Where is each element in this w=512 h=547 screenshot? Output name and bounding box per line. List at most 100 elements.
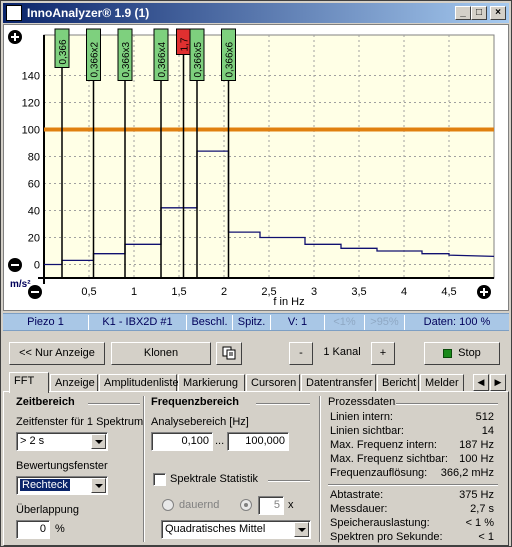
close-button[interactable]: × — [490, 6, 506, 20]
pd-spektren-label: Spektren pro Sekunde: — [330, 531, 443, 543]
title-bar[interactable]: InnoAnalyzer® 1.9 (1) _ □ × — [3, 3, 509, 23]
x-tick-label: 4,5 — [441, 286, 456, 298]
pd-max-freq-sichtbar-label: Max. Frequenz sichtbar: — [330, 453, 448, 465]
app-window: InnoAnalyzer® 1.9 (1) _ □ × 0,5 1 1,5 2 2,5 3… — [0, 0, 512, 547]
stop-button[interactable]: Stop — [424, 342, 500, 365]
x-zoom-out-icon[interactable] — [28, 285, 42, 299]
status-quantity[interactable]: Beschl. — [187, 315, 233, 330]
cursor-label: 1,7 — [180, 37, 191, 51]
cursor-label: 0,366 — [58, 39, 69, 64]
nur-anzeige-button[interactable]: << Nur Anzeige — [9, 342, 105, 365]
analyse-range-separator: ... — [215, 435, 225, 447]
spektrale-statistik-checkbox[interactable] — [153, 473, 166, 486]
cursor-label: 0,366x5 — [193, 41, 204, 77]
column-divider-1 — [143, 396, 145, 542]
y-tick-label: 0 — [34, 260, 40, 272]
pd-spektren-value: < 1 — [478, 531, 494, 543]
tab-datentransfer[interactable]: Datentransfer — [301, 374, 376, 392]
toolbar: << Nur Anzeige Klonen - 1 Kanal + Stop — [3, 334, 509, 370]
x-tick-label: 2 — [221, 286, 227, 298]
count-radio[interactable] — [240, 499, 252, 511]
status-channel[interactable]: K1 - IBX2D #1 — [89, 315, 187, 330]
tab-melder[interactable]: Melder — [420, 374, 464, 392]
spektrale-statistik-label: Spektrale Statistik — [170, 473, 259, 485]
status-low-level: <1% — [325, 315, 365, 330]
tab-scroll-right-button[interactable]: ▶ — [490, 374, 506, 391]
tab-cursoren[interactable]: Cursoren — [246, 374, 300, 392]
maximize-button[interactable]: □ — [471, 6, 487, 20]
klonen-button[interactable]: Klonen — [111, 342, 211, 365]
analyse-to-input[interactable]: 100,000 — [227, 432, 289, 451]
y-tick-label: 20 — [28, 233, 40, 245]
tab-scroll-left-button[interactable]: ◀ — [473, 374, 489, 391]
cursor-label: 0,366x3 — [121, 41, 132, 77]
spektrale-statistik-divider — [268, 480, 310, 482]
count-input[interactable]: 5 — [258, 496, 284, 515]
pd-frequenzaufloesung-value: 366,2 mHz — [440, 467, 494, 479]
column-divider-2 — [319, 396, 321, 542]
minimize-button[interactable]: _ — [455, 6, 471, 20]
count-unit: x — [288, 499, 294, 511]
x-tick-label: 3 — [311, 286, 317, 298]
mittel-dropdown-icon[interactable] — [294, 522, 309, 537]
bewertungsfenster-select[interactable]: Rechteck — [16, 476, 108, 495]
y-tick-label: 80 — [28, 152, 40, 164]
bewertungsfenster-label: Bewertungsfenster — [16, 460, 108, 472]
spectrum-chart-panel[interactable]: 0,5 1 1,5 2 2,5 3 3,5 4 4,5 0 20 40 60 80 100 120 140 f i… — [3, 24, 509, 311]
tab-anzeige[interactable]: Anzeige — [50, 374, 98, 392]
pd-speicherauslastung-label: Speicherauslastung: — [330, 517, 430, 529]
channel-decrease-button[interactable]: - — [289, 342, 313, 365]
status-bar: Piezo 1 K1 - IBX2D #1 Beschl. Spitz. V: … — [3, 313, 509, 331]
x-zoom-in-icon[interactable] — [477, 285, 491, 299]
ueberlappung-unit: % — [55, 523, 65, 535]
tab-fft[interactable]: FFT — [9, 372, 49, 393]
status-gain: V: 1 — [271, 315, 325, 330]
bewertungsfenster-dropdown-icon[interactable] — [91, 478, 106, 493]
copy-button[interactable] — [216, 342, 242, 365]
x-tick-label: 0,5 — [81, 286, 96, 298]
window-title: InnoAnalyzer® 1.9 (1) — [27, 6, 150, 20]
y-tick-label: 60 — [28, 179, 40, 191]
pd-messdauer-value: 2,7 s — [470, 503, 494, 515]
pd-linien-intern-value: 512 — [475, 411, 494, 423]
frequenzbereich-heading: Frequenzbereich — [151, 396, 240, 408]
y-tick-label: 140 — [22, 71, 40, 83]
x-tick-label: 1,5 — [171, 286, 186, 298]
x-tick-label: 1 — [131, 286, 137, 298]
tab-bericht[interactable]: Bericht — [377, 374, 419, 392]
tab-strip: FFT Anzeige Amplitudenliste Markierung C… — [3, 372, 509, 393]
pd-abtastrate-label: Abtastrate: — [330, 489, 384, 501]
tab-markierung[interactable]: Markierung — [178, 374, 245, 392]
x-axis-label: f in Hz — [273, 296, 304, 308]
bewertungsfenster-value: Rechteck — [19, 478, 71, 492]
dauernd-radio[interactable] — [162, 499, 174, 511]
pd-linien-sichtbar-value: 14 — [481, 425, 494, 437]
status-data: Daten: 100 % — [423, 316, 491, 328]
y-zoom-in-icon[interactable] — [8, 30, 22, 44]
ueberlappung-input[interactable]: 0 — [16, 520, 50, 539]
analysebereich-label: Analysebereich [Hz] — [151, 416, 249, 428]
spectrum-chart[interactable]: 0,5 1 1,5 2 2,5 3 3,5 4 4,5020406080100120140f i… — [4, 25, 508, 310]
pd-max-freq-intern-label: Max. Frequenz intern: — [330, 439, 437, 451]
y-zoom-out-icon[interactable] — [8, 258, 22, 272]
channel-increase-button[interactable]: + — [371, 342, 395, 365]
x-tick-label: 3,5 — [351, 286, 366, 298]
zeitbereich-heading: Zeitbereich — [16, 396, 75, 408]
zeitfenster-dropdown-icon[interactable] — [91, 434, 106, 449]
y-axis-label: m/s² — [10, 279, 31, 290]
status-peak[interactable]: Spitz. — [233, 315, 271, 330]
prozessdaten-separator — [328, 484, 498, 486]
mittel-select[interactable]: Quadratisches Mittel — [161, 520, 311, 539]
status-high-level: >95% — [365, 315, 405, 330]
dauernd-label: dauernd — [179, 499, 220, 511]
status-sensor[interactable]: Piezo 1 — [3, 315, 89, 330]
frequenzbereich-divider — [256, 403, 310, 405]
y-tick-label: 100 — [22, 125, 40, 137]
pd-linien-intern-label: Linien intern: — [330, 411, 393, 423]
zeitfenster-select[interactable]: > 2 s — [16, 432, 108, 451]
analyse-from-input[interactable]: 0,100 — [151, 432, 213, 451]
zeitfenster-label: Zeitfenster für 1 Spektrum — [16, 416, 144, 428]
fft-tab-panel: Zeitbereich Zeitfenster für 1 Spektrum >… — [3, 391, 509, 546]
cursor-label: 0,366x6 — [225, 41, 236, 77]
tab-amplitudenliste[interactable]: Amplitudenliste — [99, 374, 179, 392]
